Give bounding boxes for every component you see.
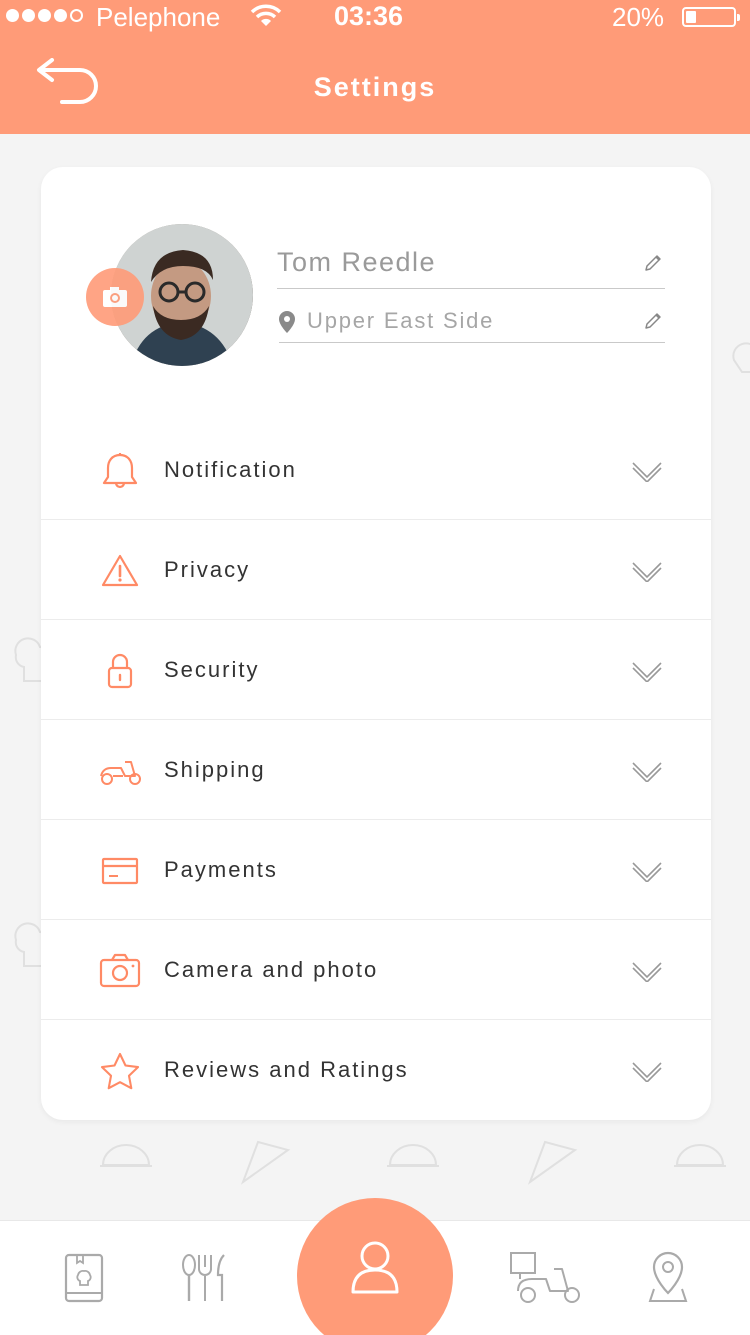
camera-icon	[103, 287, 127, 307]
chevron-down-icon[interactable]	[631, 860, 663, 882]
menu-item-security[interactable]: Security	[41, 620, 711, 720]
cutlery-icon[interactable]	[180, 1253, 230, 1303]
menu-item-privacy[interactable]: Privacy	[41, 520, 711, 620]
location-field[interactable]: Upper East Side	[279, 307, 665, 343]
status-bar: Pelephone 03:36 20%	[0, 0, 750, 34]
bell-icon	[102, 453, 138, 489]
menu-item-label: Security	[164, 657, 260, 682]
wifi-icon	[250, 4, 282, 26]
map-pin-icon[interactable]	[648, 1251, 688, 1303]
clock: 03:36	[334, 1, 404, 31]
location-pin-icon	[279, 311, 295, 333]
battery-icon	[682, 7, 740, 27]
star-icon	[100, 1052, 140, 1090]
menu-item-shipping[interactable]: Shipping	[41, 720, 711, 820]
page-title: Settings	[313, 72, 437, 102]
carrier-name: Pelephone	[96, 2, 221, 32]
lock-icon	[107, 653, 133, 689]
menu-item-label: Privacy	[164, 557, 251, 582]
battery-percentage: 20%	[612, 2, 665, 32]
profile-name: Tom Reedle	[277, 247, 437, 277]
chevron-down-icon[interactable]	[631, 1060, 663, 1082]
camera-icon	[99, 953, 141, 988]
menu-item-label: Camera and photo	[164, 957, 379, 982]
credit-card-icon	[101, 857, 139, 885]
scooter-icon	[100, 761, 141, 785]
settings-menu: Notification Privacy Security Shipping P…	[41, 420, 711, 1120]
profile-location: Upper East Side	[307, 308, 495, 333]
edit-location-pencil-icon[interactable]	[643, 311, 663, 331]
profile-icon	[351, 1241, 399, 1294]
menu-book-icon[interactable]	[62, 1253, 106, 1303]
menu-item-label: Payments	[164, 857, 278, 882]
menu-item-label: Notification	[164, 457, 297, 482]
menu-item-payments[interactable]: Payments	[41, 820, 711, 920]
chevron-down-icon[interactable]	[631, 760, 663, 782]
chevron-down-icon[interactable]	[631, 960, 663, 982]
edit-name-pencil-icon[interactable]	[643, 253, 663, 273]
profile-tab-button[interactable]	[297, 1198, 453, 1335]
menu-item-notification[interactable]: Notification	[41, 420, 711, 520]
chevron-down-icon[interactable]	[631, 660, 663, 682]
header-bar: Pelephone 03:36 20% Settings	[0, 0, 750, 134]
name-field[interactable]: Tom Reedle	[277, 247, 665, 289]
settings-card: Tom Reedle Upper East Side Notification	[41, 167, 711, 1120]
signal-strength-icon	[6, 9, 83, 22]
menu-item-label: Reviews and Ratings	[164, 1057, 409, 1082]
warning-icon	[101, 554, 139, 587]
menu-item-reviews-and-ratings[interactable]: Reviews and Ratings	[41, 1020, 711, 1120]
chevron-down-icon[interactable]	[631, 460, 663, 482]
delivery-scooter-icon[interactable]	[508, 1251, 584, 1305]
change-photo-button[interactable]	[86, 268, 144, 326]
menu-item-label: Shipping	[164, 757, 266, 782]
chevron-down-icon[interactable]	[631, 560, 663, 582]
menu-item-camera-and-photo[interactable]: Camera and photo	[41, 920, 711, 1020]
